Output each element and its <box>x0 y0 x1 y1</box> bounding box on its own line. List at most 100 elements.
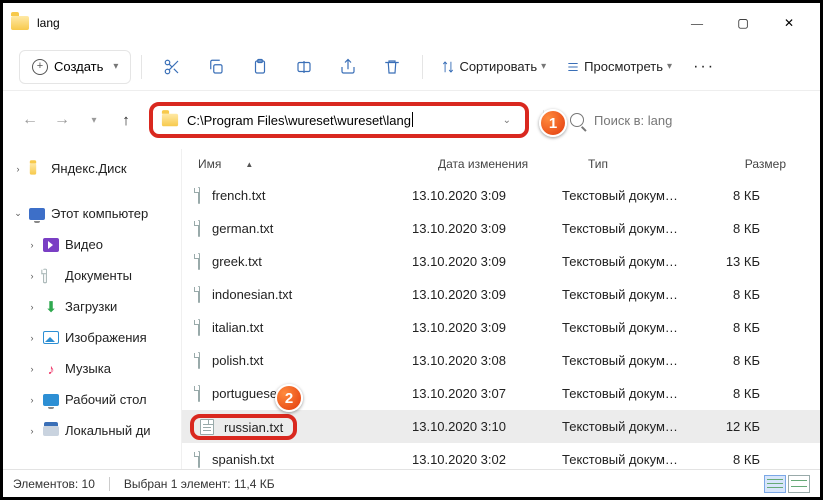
chevron-down-icon: ▾ <box>113 61 118 72</box>
details-view-button[interactable] <box>764 475 786 493</box>
search-placeholder: Поиск в: lang <box>594 113 672 128</box>
new-button[interactable]: + Создать ▾ <box>19 50 131 84</box>
expander-icon[interactable]: › <box>27 395 37 405</box>
share-button[interactable] <box>328 49 368 85</box>
thumbnails-view-button[interactable] <box>788 475 810 493</box>
folder-icon <box>11 16 29 30</box>
file-row[interactable]: french.txt13.10.2020 3:09Текстовый докум… <box>182 179 820 212</box>
rename-icon <box>295 58 313 76</box>
file-type: Текстовый докум… <box>562 254 702 269</box>
rename-button[interactable] <box>284 49 324 85</box>
desktop-icon <box>43 392 59 408</box>
copy-button[interactable] <box>196 49 236 85</box>
file-type: Текстовый докум… <box>562 419 702 434</box>
tree-item-label: Изображения <box>65 330 147 345</box>
file-icon <box>198 286 200 303</box>
expander-icon[interactable]: › <box>27 426 37 436</box>
col-size: Размер <box>728 157 798 171</box>
title-bar: lang — ▢ ✕ <box>3 3 820 43</box>
back-button[interactable]: ← <box>21 111 39 129</box>
video-icon <box>43 237 59 253</box>
file-row[interactable]: russian.txt13.10.2020 3:10Текстовый доку… <box>182 410 820 443</box>
maximize-button[interactable]: ▢ <box>720 7 766 39</box>
sort-label: Сортировать <box>459 59 537 74</box>
file-name: greek.txt <box>198 254 412 269</box>
tree-item-docs[interactable]: ›Документы <box>9 260 175 291</box>
forward-button[interactable]: → <box>53 111 71 129</box>
file-name: spanish.txt <box>198 452 412 467</box>
file-row[interactable]: italian.txt13.10.2020 3:09Текстовый доку… <box>182 311 820 344</box>
tree-item-downloads[interactable]: › ⬇ Загрузки <box>9 291 175 322</box>
file-size: 8 КБ <box>702 221 772 236</box>
file-name: portuguese.txt <box>198 386 412 401</box>
file-row[interactable]: greek.txt13.10.2020 3:09Текстовый докум…… <box>182 245 820 278</box>
file-size: 8 КБ <box>702 188 772 203</box>
plus-icon: + <box>32 59 48 75</box>
file-row[interactable]: indonesian.txt13.10.2020 3:09Текстовый д… <box>182 278 820 311</box>
expander-icon[interactable]: › <box>27 364 37 374</box>
paste-button[interactable] <box>240 49 280 85</box>
status-count: Элементов: 10 <box>13 477 95 491</box>
file-name: italian.txt <box>198 320 412 335</box>
chevron-down-icon: ▾ <box>667 61 672 72</box>
file-icon <box>198 451 200 468</box>
file-date: 13.10.2020 3:09 <box>412 320 562 335</box>
chevron-down-icon[interactable]: ⌄ <box>497 115 517 126</box>
nav-pane[interactable]: ›Яндекс.Диск ⌄ Этот компьютер › Видео ›Докуме… <box>3 149 181 469</box>
more-button[interactable]: ··· <box>684 49 724 85</box>
file-size: 8 КБ <box>702 320 772 335</box>
file-size: 8 КБ <box>702 386 772 401</box>
tree-item-label: Загрузки <box>65 299 117 314</box>
view-button[interactable]: Просмотреть ▾ <box>558 49 680 85</box>
view-label: Просмотреть <box>584 59 663 74</box>
expander-icon[interactable]: › <box>27 271 37 281</box>
music-icon: ♪ <box>43 361 59 377</box>
share-icon <box>339 58 357 76</box>
tree-item-music[interactable]: ›♪Музыка <box>9 353 175 384</box>
yadisk-icon <box>29 161 45 177</box>
file-icon <box>198 385 200 402</box>
file-date: 13.10.2020 3:08 <box>412 353 562 368</box>
tree-item-label: Видео <box>65 237 103 252</box>
delete-button[interactable] <box>372 49 412 85</box>
expander-icon[interactable]: › <box>27 302 37 312</box>
downloads-icon: ⬇ <box>43 299 59 315</box>
expander-icon[interactable]: ⌄ <box>13 208 23 219</box>
tree-item-video[interactable]: › Видео <box>9 229 175 260</box>
tree-item-pc[interactable]: ⌄ Этот компьютер <box>9 198 175 229</box>
column-headers[interactable]: Имя▲ Дата изменения Тип Размер <box>182 149 820 179</box>
path-text: C:\Program Files\wureset\wureset\lang <box>187 112 497 128</box>
tree-item-desktop[interactable]: ›Рабочий стол <box>9 384 175 415</box>
file-type: Текстовый докум… <box>562 320 702 335</box>
address-bar[interactable]: C:\Program Files\wureset\wureset\lang ⌄ <box>149 102 529 138</box>
tree-item-pictures[interactable]: › Изображения <box>9 322 175 353</box>
folder-icon <box>162 114 178 127</box>
col-type: Тип <box>588 157 728 171</box>
file-name: polish.txt <box>198 353 412 368</box>
file-name: russian.txt <box>198 414 412 440</box>
clipboard-icon <box>251 58 269 76</box>
file-row[interactable]: polish.txt13.10.2020 3:08Текстовый докум… <box>182 344 820 377</box>
close-button[interactable]: ✕ <box>766 7 812 39</box>
status-bar: Элементов: 10 Выбран 1 элемент: 11,4 КБ <box>3 469 820 497</box>
file-row[interactable]: german.txt13.10.2020 3:09Текстовый докум… <box>182 212 820 245</box>
file-type: Текстовый докум… <box>562 287 702 302</box>
file-size: 12 КБ <box>702 419 772 434</box>
file-name: german.txt <box>198 221 412 236</box>
minimize-button[interactable]: — <box>674 7 720 39</box>
up-button[interactable]: ↑ <box>117 112 135 129</box>
tree-item-drive[interactable]: › Локальный ди <box>9 415 175 446</box>
tree-item-yadisk[interactable]: ›Яндекс.Диск <box>9 153 175 184</box>
sort-button[interactable]: Сортировать ▾ <box>433 49 554 85</box>
tree-item-label: Этот компьютер <box>51 206 148 221</box>
cut-button[interactable] <box>152 49 192 85</box>
separator <box>422 55 423 79</box>
history-chevron[interactable]: ▾ <box>85 115 103 126</box>
tree-item-label: Локальный ди <box>65 423 151 438</box>
main-area: ›Яндекс.Диск ⌄ Этот компьютер › Видео ›Докуме… <box>3 149 820 469</box>
chevron-down-icon: ▾ <box>541 61 546 72</box>
expander-icon[interactable]: › <box>27 240 37 250</box>
search-box[interactable]: Поиск в: lang <box>558 104 802 136</box>
expander-icon[interactable]: › <box>27 333 37 343</box>
expander-icon[interactable]: › <box>13 164 23 174</box>
